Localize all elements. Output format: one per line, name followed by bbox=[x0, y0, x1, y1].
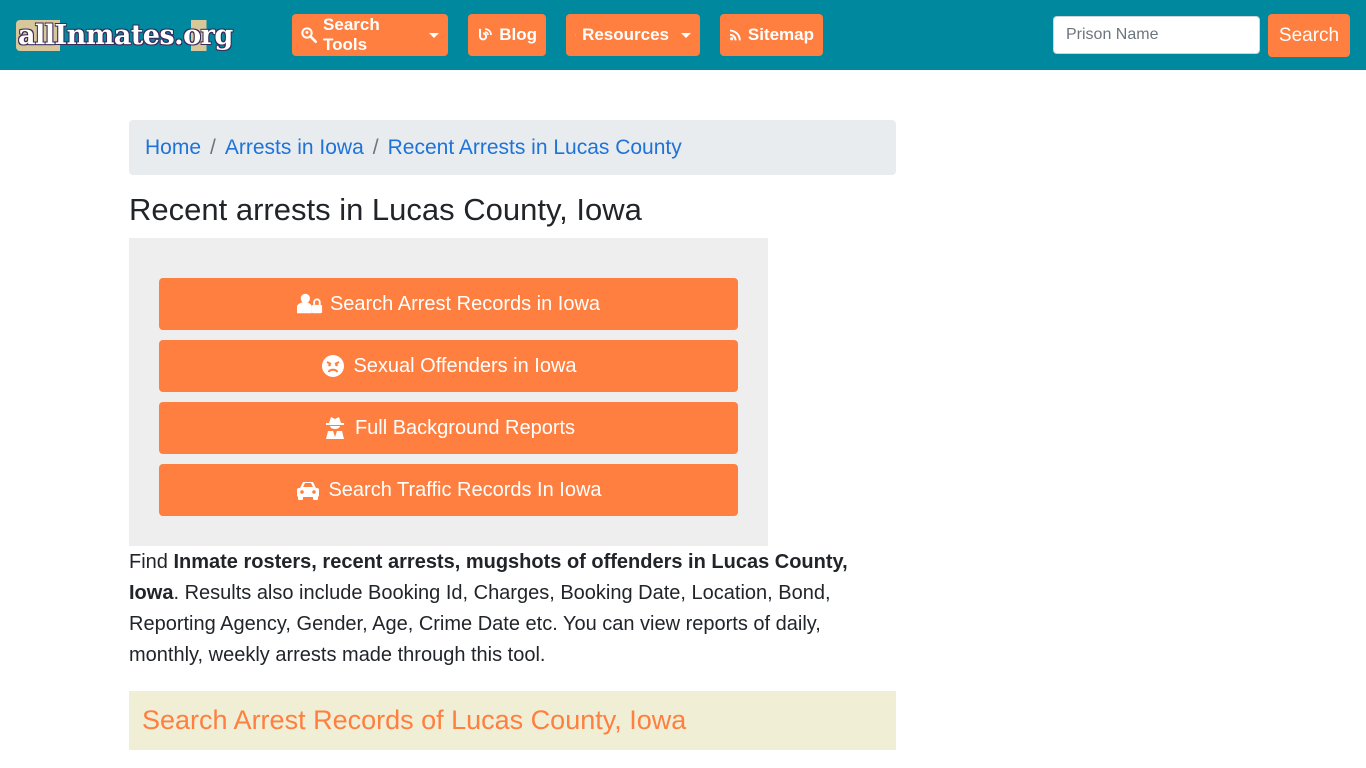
search-location-icon bbox=[301, 27, 318, 44]
nav-sitemap-link[interactable]: Sitemap bbox=[720, 14, 823, 56]
nav-blog-label: Blog bbox=[499, 25, 537, 44]
search-traffic-records-button[interactable]: Search Traffic Records In Iowa bbox=[159, 464, 738, 516]
nav-resources-dropdown[interactable]: Resources bbox=[566, 14, 700, 56]
caret-down-icon bbox=[429, 32, 439, 38]
user-secret-icon bbox=[325, 417, 344, 439]
breadcrumb-arrests-in-iowa[interactable]: Arrests in Iowa bbox=[225, 136, 364, 160]
blog-icon bbox=[479, 28, 492, 41]
search-arrest-records-button[interactable]: Search Arrest Records in Iowa bbox=[159, 278, 738, 330]
search-arrest-records-section: Search Arrest Records of Lucas County, I… bbox=[129, 691, 896, 750]
page-description: Find Inmate rosters, recent arrests, mug… bbox=[129, 547, 896, 671]
nav-search-tools-dropdown[interactable]: Search Tools bbox=[292, 14, 448, 56]
page-title: Recent arrests in Lucas County, Iowa bbox=[129, 192, 642, 227]
search-arrest-records-label: Search Arrest Records in Iowa bbox=[329, 292, 601, 315]
description-prefix: Find bbox=[129, 551, 174, 573]
sexual-offenders-label: Sexual Offenders in Iowa bbox=[353, 354, 577, 377]
breadcrumb-recent-arrests-lucas[interactable]: Recent Arrests in Lucas County bbox=[388, 136, 682, 160]
site-logo[interactable]: allInmates.org bbox=[16, 16, 268, 54]
angry-face-icon bbox=[322, 355, 345, 377]
caret-down-icon bbox=[681, 32, 691, 38]
nav-blog-link[interactable]: Blog bbox=[468, 14, 546, 56]
top-navbar: allInmates.org Search Tools Blog Resourc… bbox=[0, 0, 1366, 70]
action-button-panel: Search Arrest Records in Iowa Sexual Off… bbox=[129, 238, 768, 546]
full-background-reports-label: Full Background Reports bbox=[354, 416, 576, 439]
logo-text: allInmates.org bbox=[16, 19, 235, 51]
breadcrumb-home[interactable]: Home bbox=[145, 136, 201, 160]
car-icon bbox=[297, 482, 320, 500]
breadcrumb-separator: / bbox=[210, 135, 216, 159]
prison-name-search-input[interactable] bbox=[1053, 16, 1260, 54]
nav-search-tools-label: Search Tools bbox=[323, 15, 380, 54]
full-background-reports-button[interactable]: Full Background Reports bbox=[159, 402, 738, 454]
search-traffic-records-label: Search Traffic Records In Iowa bbox=[328, 478, 602, 501]
section-heading: Search Arrest Records of Lucas County, I… bbox=[142, 705, 687, 735]
search-button[interactable]: Search bbox=[1268, 14, 1350, 57]
breadcrumb: Home / Arrests in Iowa / Recent Arrests … bbox=[129, 120, 896, 175]
rss-icon bbox=[730, 29, 741, 41]
nav-resources-label: Resources bbox=[582, 25, 669, 44]
sexual-offenders-button[interactable]: Sexual Offenders in Iowa bbox=[159, 340, 738, 392]
nav-sitemap-label: Sitemap bbox=[747, 25, 814, 44]
description-suffix: . Results also include Booking Id, Charg… bbox=[129, 582, 831, 666]
leaf-icon bbox=[575, 34, 576, 36]
user-lock-icon bbox=[296, 293, 323, 314]
breadcrumb-separator: / bbox=[372, 135, 379, 159]
